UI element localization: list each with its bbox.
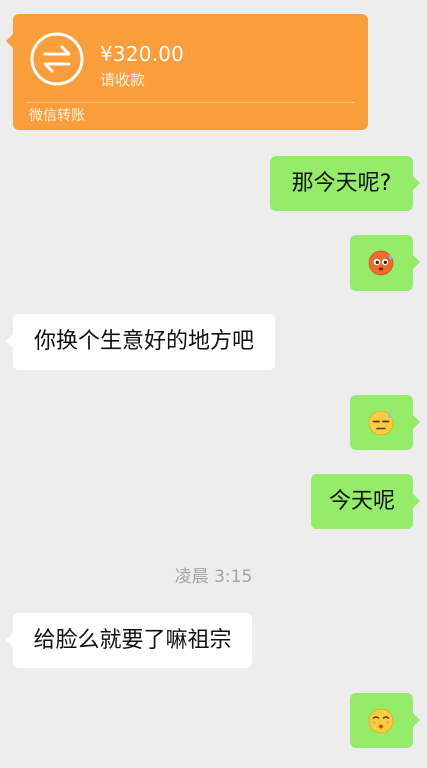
- pouting-face-emoji: [368, 708, 394, 734]
- transfer-footer-label: 微信转账: [29, 108, 85, 124]
- message-bubble-outgoing[interactable]: 今天呢: [311, 474, 420, 529]
- transfer-status: 请收款: [100, 71, 146, 89]
- transfer-arrows-icon: [30, 32, 84, 86]
- flushed-sweat-emoji: [368, 250, 394, 276]
- message-text: 给脸么就要了嘛祖宗: [33, 628, 232, 653]
- message-text: 今天呢: [328, 489, 395, 514]
- chat-window: ¥320.00 请收款 微信转账 那今天呢? 你换个生意好的地方吧 今天呢 凌晨…: [0, 0, 427, 768]
- message-bubble-outgoing[interactable]: [350, 235, 420, 291]
- message-bubble-outgoing[interactable]: 那今天呢?: [270, 156, 420, 211]
- message-bubble-incoming[interactable]: 你换个生意好的地方吧: [6, 314, 275, 370]
- message-text: 你换个生意好的地方吧: [33, 329, 254, 354]
- transfer-divider: [26, 102, 355, 103]
- timestamp-divider: 凌晨 3:15: [174, 567, 253, 587]
- message-text: 那今天呢?: [291, 171, 392, 196]
- transfer-amount: ¥320.00: [100, 42, 185, 66]
- transfer-card[interactable]: ¥320.00 请收款 微信转账: [6, 14, 368, 130]
- message-bubble-outgoing[interactable]: [350, 693, 420, 748]
- message-bubble-outgoing[interactable]: [350, 395, 420, 450]
- message-bubble-incoming[interactable]: 给脸么就要了嘛祖宗: [6, 613, 252, 668]
- unamused-sweat-emoji: [368, 410, 394, 436]
